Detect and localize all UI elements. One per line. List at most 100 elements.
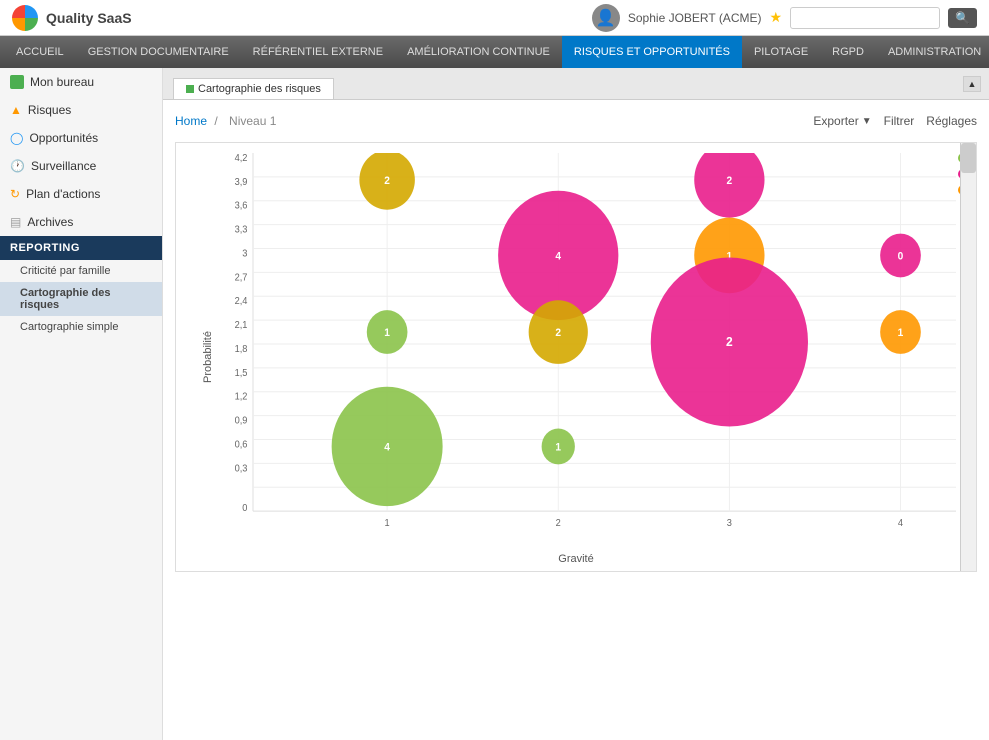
- app-title: Quality SaaS: [46, 10, 132, 26]
- top-bar-right: 👤 Sophie JOBERT (ACME) ★ 🔍: [592, 4, 977, 32]
- content-wrapper: Mon bureau ▲ Risques ◯ Opportunités 🕐 Su…: [0, 68, 989, 740]
- sidebar-item-plan-actions[interactable]: ↻ Plan d'actions: [0, 180, 162, 208]
- sidebar-item-mon-bureau[interactable]: Mon bureau: [0, 68, 162, 96]
- nav-administration[interactable]: ADMINISTRATION: [876, 36, 989, 68]
- svg-text:1: 1: [384, 327, 390, 339]
- sidebar-item-opportunites[interactable]: ◯ Opportunités: [0, 124, 162, 152]
- svg-text:2: 2: [555, 327, 561, 339]
- filter-label: Filtrer: [884, 114, 915, 128]
- breadcrumb-current: Niveau 1: [229, 114, 276, 128]
- breadcrumb-row: Home / Niveau 1 Exporter ▼ Filtrer Régla…: [175, 108, 977, 138]
- svg-text:2: 2: [556, 518, 561, 529]
- svg-text:2: 2: [727, 175, 733, 187]
- sidebar-label-archives: Archives: [27, 215, 73, 229]
- triangle-icon: ▲: [10, 103, 22, 117]
- nav-gestion-doc[interactable]: GESTION DOCUMENTAIRE: [76, 36, 241, 68]
- nav-accueil[interactable]: ACCUEIL: [4, 36, 76, 68]
- breadcrumb-home[interactable]: Home: [175, 114, 207, 128]
- action-icon: ↻: [10, 187, 20, 201]
- svg-text:4: 4: [898, 518, 904, 529]
- svg-text:3,9: 3,9: [235, 177, 248, 188]
- svg-text:1,8: 1,8: [235, 344, 248, 355]
- svg-text:3,3: 3,3: [235, 224, 248, 235]
- main-nav: ACCUEIL GESTION DOCUMENTAIRE RÉFÉRENTIEL…: [0, 36, 989, 68]
- svg-text:1: 1: [898, 327, 904, 339]
- criticite-label: Criticité par famille: [20, 265, 110, 277]
- tab-icon: [186, 85, 194, 93]
- page-up-button[interactable]: ▲: [963, 76, 981, 92]
- sidebar-label-opportunites: Opportunités: [29, 131, 98, 145]
- svg-text:3,6: 3,6: [235, 200, 248, 211]
- nav-risques[interactable]: RISQUES ET OPPORTUNITÉS: [562, 36, 742, 68]
- export-label: Exporter: [813, 114, 858, 128]
- star-icon[interactable]: ★: [769, 9, 782, 26]
- svg-text:4: 4: [555, 250, 561, 262]
- nav-referentiel[interactable]: RÉFÉRENTIEL EXTERNE: [241, 36, 395, 68]
- sidebar-item-risques[interactable]: ▲ Risques: [0, 96, 162, 124]
- search-input[interactable]: [790, 7, 940, 29]
- sidebar-sub-cartographie-risques[interactable]: Cartographie des risques: [0, 282, 162, 316]
- export-dropdown-icon: ▼: [862, 116, 872, 127]
- y-axis-label: Probabilité: [202, 331, 214, 383]
- svg-text:1,2: 1,2: [235, 391, 248, 402]
- sidebar: Mon bureau ▲ Risques ◯ Opportunités 🕐 Su…: [0, 68, 163, 740]
- breadcrumb: Home / Niveau 1: [175, 114, 280, 128]
- main-area: Cartographie des risques ▲ Home / Niveau…: [163, 68, 989, 740]
- cartographie-risques-label: Cartographie des risques: [20, 287, 152, 311]
- tab-label: Cartographie des risques: [198, 83, 321, 95]
- cartographie-simple-label: Cartographie simple: [20, 321, 118, 333]
- svg-text:3: 3: [727, 518, 732, 529]
- green-square-icon: [10, 75, 24, 89]
- nav-pilotage[interactable]: PILOTAGE: [742, 36, 820, 68]
- svg-text:1: 1: [385, 518, 390, 529]
- nav-amelioration[interactable]: AMÉLIORATION CONTINUE: [395, 36, 562, 68]
- svg-text:1: 1: [555, 441, 561, 453]
- svg-text:2: 2: [384, 175, 390, 187]
- sidebar-label-plan-actions: Plan d'actions: [26, 187, 100, 201]
- svg-text:2,7: 2,7: [235, 272, 248, 283]
- search-button[interactable]: 🔍: [948, 8, 977, 28]
- chart-scrollbar[interactable]: [960, 143, 976, 571]
- svg-text:0,3: 0,3: [235, 463, 248, 474]
- clock-icon: 🕐: [10, 159, 25, 173]
- svg-text:0: 0: [898, 250, 904, 262]
- reporting-section-header: REPORTING: [0, 236, 162, 260]
- sidebar-item-surveillance[interactable]: 🕐 Surveillance: [0, 152, 162, 180]
- reporting-label: REPORTING: [10, 242, 80, 254]
- user-avatar: 👤: [592, 4, 620, 32]
- top-bar-left: Quality SaaS: [12, 5, 132, 31]
- settings-label: Réglages: [926, 114, 977, 128]
- user-name: Sophie JOBERT (ACME): [628, 11, 762, 25]
- breadcrumb-separator: /: [214, 114, 217, 128]
- sidebar-label-risques: Risques: [28, 103, 71, 117]
- chart-container: Probabilité: [175, 142, 977, 572]
- sidebar-sub-cartographie-simple[interactable]: Cartographie simple: [0, 316, 162, 338]
- svg-text:4,2: 4,2: [235, 153, 248, 164]
- svg-text:0,9: 0,9: [235, 415, 248, 426]
- x-axis-label: Gravité: [558, 553, 593, 565]
- page-content: Home / Niveau 1 Exporter ▼ Filtrer Régla…: [163, 100, 989, 740]
- svg-text:1,5: 1,5: [235, 368, 248, 379]
- tab-cartographie-risques[interactable]: Cartographie des risques: [173, 78, 334, 99]
- sidebar-sub-criticite[interactable]: Criticité par famille: [0, 260, 162, 282]
- svg-text:0,6: 0,6: [235, 439, 248, 450]
- settings-button[interactable]: Réglages: [926, 114, 977, 128]
- svg-text:0: 0: [242, 503, 247, 514]
- tab-bar: Cartographie des risques ▲: [163, 68, 989, 100]
- actions-row: Exporter ▼ Filtrer Réglages: [813, 114, 977, 128]
- sidebar-label-mon-bureau: Mon bureau: [30, 75, 94, 89]
- nav-rgpd[interactable]: RGPD: [820, 36, 876, 68]
- scroll-handle[interactable]: [961, 143, 976, 173]
- svg-text:4: 4: [384, 441, 390, 453]
- svg-text:3: 3: [242, 248, 247, 259]
- chart-svg: 4,2 3,9 3,6 3,3 3 2,7 2,4 2,1 1,8 1,5 1,…: [216, 153, 956, 531]
- filter-button[interactable]: Filtrer: [884, 114, 915, 128]
- archive-icon: ▤: [10, 215, 21, 229]
- svg-text:2: 2: [726, 335, 733, 349]
- svg-text:2,4: 2,4: [235, 296, 248, 307]
- top-bar: Quality SaaS 👤 Sophie JOBERT (ACME) ★ 🔍: [0, 0, 989, 36]
- sidebar-item-archives[interactable]: ▤ Archives: [0, 208, 162, 236]
- sidebar-label-surveillance: Surveillance: [31, 159, 96, 173]
- export-button[interactable]: Exporter ▼: [813, 114, 871, 128]
- logo: [12, 5, 38, 31]
